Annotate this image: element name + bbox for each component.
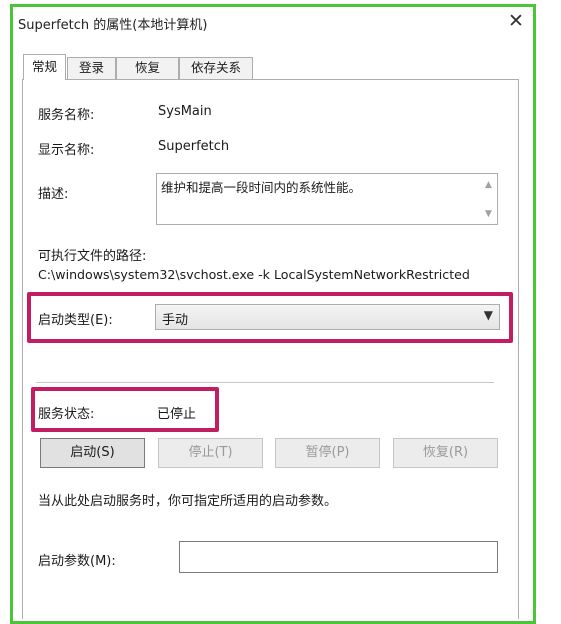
service-name-value: SysMain — [158, 104, 212, 119]
pause-button[interactable]: 暂停(P) — [275, 438, 380, 468]
startup-type-select[interactable]: 手动 ▼ — [155, 304, 500, 330]
description-scrollbar[interactable]: ▲ ▼ — [480, 174, 497, 224]
exe-path-label: 可执行文件的路径: — [38, 249, 147, 264]
start-params-hint: 当从此处启动服务时，你可指定所适用的启动参数。 — [38, 494, 338, 509]
startup-type-value: 手动 — [162, 313, 189, 328]
service-name-label: 服务名称: — [38, 108, 95, 123]
scroll-up-icon[interactable]: ▲ — [480, 178, 497, 192]
tab-recovery[interactable]: 恢复 — [116, 57, 179, 79]
resume-button[interactable]: 恢复(R) — [393, 438, 498, 468]
service-status-value: 已停止 — [157, 407, 197, 422]
startup-type-label: 启动类型(E): — [38, 313, 113, 328]
start-params-label: 启动参数(M): — [38, 554, 116, 569]
tab-dependencies[interactable]: 依存关系 — [179, 57, 253, 79]
start-button[interactable]: 启动(S) — [40, 438, 145, 468]
close-icon: ✕ — [508, 10, 524, 32]
tab-logon[interactable]: 登录 — [67, 57, 116, 79]
exe-path-value: C:\windows\system32\svchost.exe -k Local… — [38, 267, 470, 282]
description-text: 维护和提高一段时间内的系统性能。 — [161, 180, 362, 195]
tab-general[interactable]: 常规 — [23, 54, 66, 80]
tab-panel-general — [22, 79, 519, 619]
description-label: 描述: — [38, 187, 69, 202]
divider — [36, 382, 494, 383]
description-box[interactable]: 维护和提高一段时间内的系统性能。 ▲ ▼ — [156, 173, 498, 225]
chevron-down-icon: ▼ — [483, 308, 493, 322]
service-status-label: 服务状态: — [38, 407, 95, 422]
start-params-input[interactable] — [179, 541, 498, 573]
window-title: Superfetch 的属性(本地计算机) — [18, 18, 208, 33]
scroll-down-icon[interactable]: ▼ — [480, 207, 497, 221]
close-button[interactable]: ✕ — [503, 10, 529, 32]
stop-button[interactable]: 停止(T) — [158, 438, 263, 468]
display-name-label: 显示名称: — [38, 143, 95, 158]
display-name-value: Superfetch — [158, 139, 230, 154]
